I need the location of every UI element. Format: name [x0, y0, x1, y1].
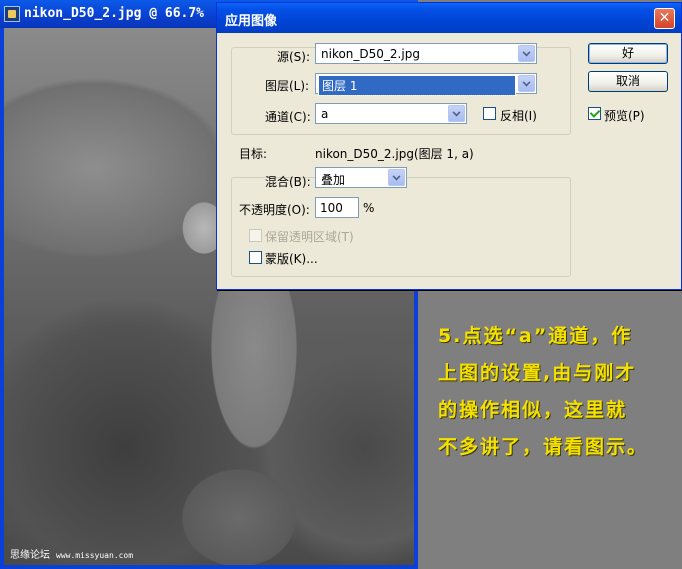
blending-label: 混合(B):: [265, 175, 311, 189]
chevron-down-icon: [518, 75, 535, 92]
chevron-down-icon: [448, 105, 465, 122]
mask-label[interactable]: 蒙版(K)...: [265, 250, 318, 267]
preview-label[interactable]: 预览(P): [604, 107, 645, 124]
mask-checkbox[interactable]: [249, 251, 262, 264]
preserve-transparency-checkbox[interactable]: [249, 229, 262, 242]
apply-image-dialog: 应用图像 ✕ 源(S): nikon_D50_2.jpg 图层(L): 图层 1…: [216, 2, 682, 290]
document-title: nikon_D50_2.jpg @ 66.7%: [24, 6, 205, 21]
chevron-down-icon: [388, 169, 405, 186]
opacity-input[interactable]: 100: [315, 197, 359, 218]
close-icon: ✕: [658, 10, 671, 26]
source-value: nikon_D50_2.jpg: [321, 47, 420, 61]
invert-label[interactable]: 反相(I): [500, 107, 537, 124]
preserve-transparency-label: 保留透明区域(T): [265, 230, 354, 244]
chevron-down-icon: [518, 45, 535, 62]
close-button[interactable]: ✕: [654, 8, 675, 29]
opacity-label: 不透明度(O):: [239, 203, 310, 217]
opacity-value: 100: [320, 201, 343, 215]
layer-value: 图层 1: [318, 75, 516, 96]
source-select[interactable]: nikon_D50_2.jpg: [315, 43, 537, 64]
invert-checkbox[interactable]: [483, 107, 496, 120]
target-label: 目标:: [239, 147, 268, 161]
note-line: 的操作相似，这里就: [438, 399, 628, 421]
ok-button[interactable]: 好: [588, 43, 668, 64]
dialog-titlebar[interactable]: 应用图像 ✕: [217, 3, 681, 33]
layer-select[interactable]: 图层 1: [315, 73, 537, 96]
blending-value: 叠加: [321, 173, 346, 187]
note-line: 不多讲了，请看图示。: [438, 436, 649, 458]
tutorial-note: 5.点选“a”通道，作 上图的设置,由与刚才 的操作相似，这里就 不多讲了，请看…: [438, 318, 678, 466]
note-line: 5.点选“a”通道，作: [438, 325, 633, 347]
opacity-unit: %: [363, 201, 375, 215]
channel-label: 通道(C):: [265, 110, 311, 124]
target-value: nikon_D50_2.jpg(图层 1, a): [315, 147, 474, 161]
watermark: 思缘论坛 www.missyuan.com: [10, 546, 133, 561]
watermark-url: www.missyuan.com: [56, 551, 134, 560]
blending-select[interactable]: 叠加: [315, 167, 407, 188]
note-line: 上图的设置,由与刚才: [438, 362, 637, 384]
channel-select[interactable]: a: [315, 103, 467, 124]
photoshop-document-icon: [4, 6, 20, 22]
source-label: 源(S):: [277, 50, 311, 64]
layer-label: 图层(L):: [265, 79, 310, 93]
preview-checkbox[interactable]: [588, 107, 601, 120]
channel-value: a: [321, 107, 329, 121]
cancel-button[interactable]: 取消: [588, 71, 668, 92]
watermark-brand: 思缘论坛: [10, 550, 50, 561]
dialog-title: 应用图像: [225, 14, 278, 29]
